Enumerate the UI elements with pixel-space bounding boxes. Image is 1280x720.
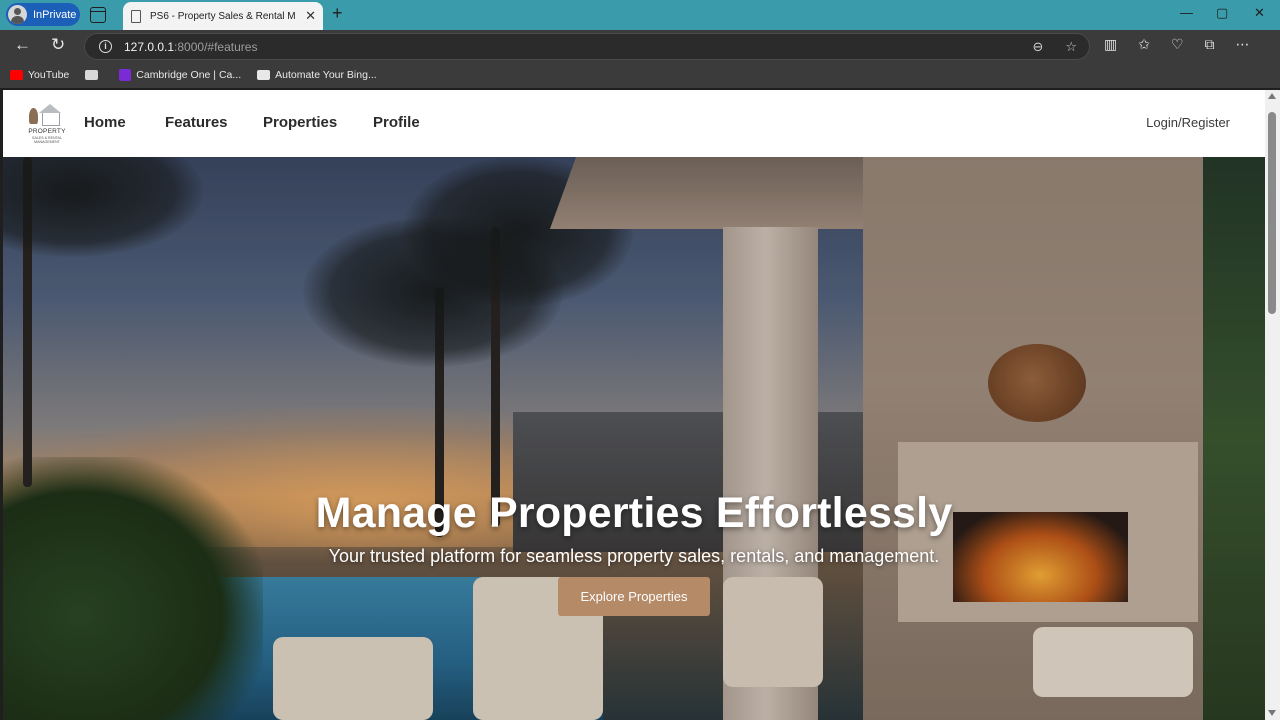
folder-icon [85,70,99,80]
inprivate-label: InPrivate [33,8,77,21]
maximize-button[interactable]: ▢ [1216,5,1228,21]
bookmark-folder[interactable] [85,70,103,80]
hero-content: Manage Properties Effortlessly Your trus… [3,489,1265,616]
bookmark-youtube[interactable]: YouTube [10,69,69,81]
favorites-icon[interactable]: ✩ [1138,36,1150,53]
youtube-icon [10,70,23,80]
page-viewport: PROPERTY SALES & RENTAL MANAGEMENT Home … [3,90,1265,720]
logo-text: PROPERTY [28,128,66,135]
tab-title: PS6 - Property Sales & Rental Ma [150,10,296,22]
bookmarks-bar: YouTube Cambridge One | Ca... Automate Y… [0,62,1280,88]
page-scrollbar[interactable] [1265,90,1280,720]
profile-avatar-icon [8,5,27,24]
explore-properties-button[interactable]: Explore Properties [558,577,710,616]
scroll-down-icon[interactable] [1268,710,1276,716]
nav-home[interactable]: Home [84,114,126,131]
browser-essentials-icon[interactable]: ♡ [1171,36,1184,53]
hero-overlay [3,157,1265,720]
minimize-button[interactable]: — [1180,5,1193,20]
refresh-icon[interactable]: ↻ [51,35,65,55]
hero-section: Manage Properties Effortlessly Your trus… [3,157,1265,720]
screenshot-icon[interactable]: ⧉ [1205,36,1215,53]
more-menu-icon[interactable]: ⋯ [1236,36,1250,53]
scrollbar-thumb[interactable] [1268,112,1276,314]
browser-tab-active[interactable]: PS6 - Property Sales & Rental Ma ✕ [123,2,323,30]
url-path: :8000/#features [174,39,258,54]
login-register-link[interactable]: Login/Register [1146,115,1230,130]
bookmark-cambridge[interactable]: Cambridge One | Ca... [119,69,241,81]
site-info-icon[interactable]: i [99,40,112,53]
bookmark-automate-bing[interactable]: Automate Your Bing... [257,69,377,81]
hero-subtitle: Your trusted platform for seamless prope… [328,546,940,566]
new-tab-button[interactable]: + [332,3,343,24]
nav-profile[interactable]: Profile [373,114,420,131]
logo-subtext: SALES & RENTAL MANAGEMENT [32,136,62,144]
close-window-button[interactable]: ✕ [1254,5,1265,21]
site-navbar: PROPERTY SALES & RENTAL MANAGEMENT Home … [3,90,1265,157]
nav-features[interactable]: Features [165,114,228,131]
tab-close-icon[interactable]: ✕ [305,8,316,24]
image-icon [257,70,271,80]
url-host: 127.0.0.1 [124,39,175,54]
house-icon [35,104,65,126]
tab-actions-icon[interactable] [90,7,106,23]
scroll-up-icon[interactable] [1268,93,1276,99]
nav-properties[interactable]: Properties [263,114,337,131]
browser-tab-bar: InPrivate PS6 - Property Sales & Rental … [0,0,1280,30]
zoom-icon[interactable]: ⊖ [1032,39,1043,55]
favorite-star-icon[interactable]: ☆ [1065,39,1077,55]
back-arrow-icon[interactable]: ← [14,35,31,55]
address-toolbar: ← ↻ i 127.0.0.1 :8000/#features ⊖ ☆ ▥ ✩ … [0,30,1280,62]
split-screen-icon[interactable]: ▥ [1104,36,1117,53]
url-bar[interactable]: i 127.0.0.1 :8000/#features ⊖ ☆ [84,33,1090,60]
cambridge-icon [119,69,132,81]
inprivate-badge[interactable]: InPrivate [6,3,80,26]
site-logo[interactable]: PROPERTY SALES & RENTAL MANAGEMENT [27,102,67,146]
page-icon [131,9,141,23]
hero-title: Manage Properties Effortlessly [315,489,953,537]
